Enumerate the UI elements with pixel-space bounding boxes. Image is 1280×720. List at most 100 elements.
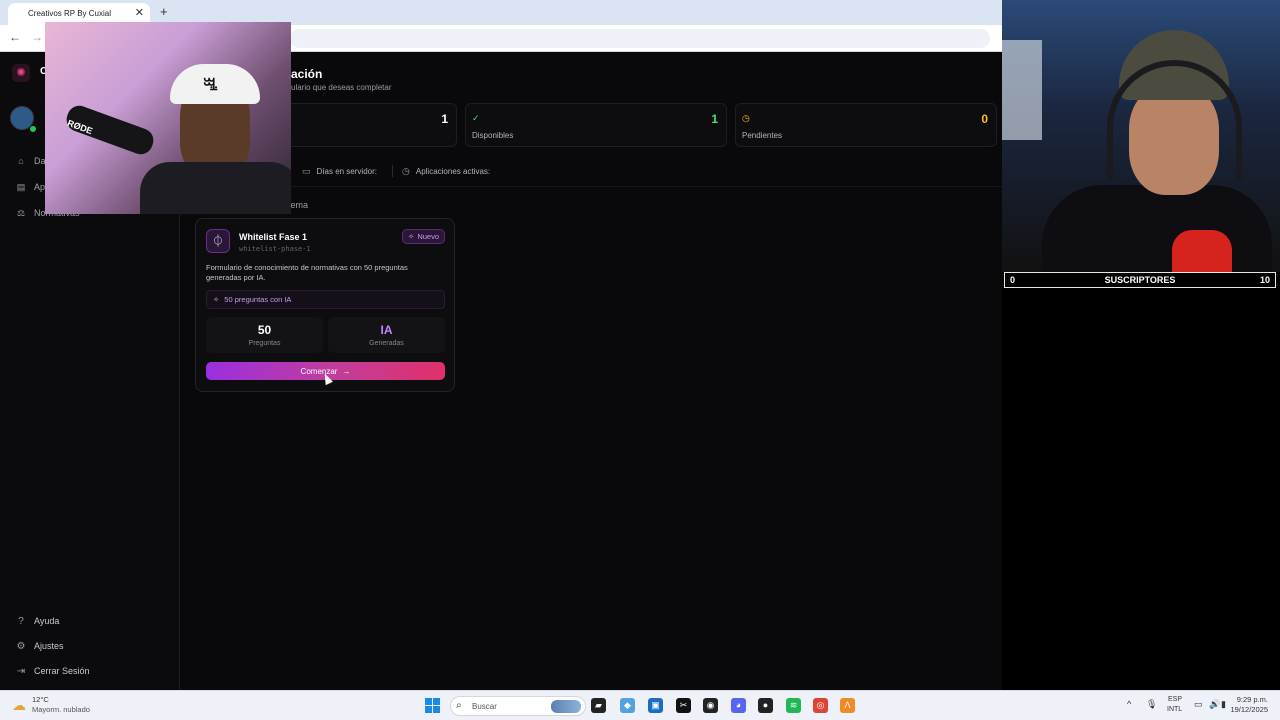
badge-label: Nuevo: [417, 232, 439, 241]
tab-close-icon[interactable]: ✕: [135, 6, 144, 19]
page-subtitle: ulario que deseas completar: [291, 83, 392, 92]
sidebar-item-dashboard[interactable]: ⌂ Da: [16, 153, 46, 169]
windows-start-icon[interactable]: [425, 698, 440, 713]
capcut-icon[interactable]: ✂: [676, 698, 691, 713]
questions-stat: 50 Preguntas: [206, 317, 323, 353]
stat-card-pending: ◷ Pendientes 0: [735, 103, 997, 147]
keyboard-layout[interactable]: INTL: [1167, 706, 1182, 713]
chrome-icon[interactable]: ◎: [813, 698, 828, 713]
form-slug: whitelist-phase-1: [239, 245, 311, 253]
github-icon[interactable]: ●: [758, 698, 773, 713]
arrow-right-icon: →: [342, 366, 351, 376]
microphone-icon[interactable]: 🎙: [1146, 699, 1157, 710]
ai-questions-strip: ✧ 50 preguntas con IA: [206, 290, 445, 309]
active-applications: ◷ Aplicaciones activas:: [402, 164, 490, 178]
mini-stat-label: Generadas: [369, 340, 404, 347]
logout-icon: ⇥: [16, 665, 26, 677]
sidebar-item-applications[interactable]: ▤ Ap: [16, 179, 45, 195]
brain-icon: ⏀: [206, 229, 230, 253]
sparkle-icon: ✧: [408, 232, 415, 241]
tray-overflow-icon[interactable]: ^: [1127, 699, 1131, 709]
clock-date[interactable]: 19/12/2025: [1230, 705, 1268, 714]
stat-label: Pendientes: [742, 131, 783, 140]
section-heading: tema: [288, 200, 309, 210]
sidebar-item-help[interactable]: ? Ayuda: [16, 613, 59, 629]
volume-icon[interactable]: 🔊: [1209, 699, 1220, 710]
form-title: Whitelist Fase 1: [239, 232, 308, 242]
mini-stat-value: 50: [257, 323, 272, 337]
subscriber-goal-bar: 0 SUSCRIPTORES 10: [1004, 272, 1276, 288]
brand-logo-icon: ✺: [12, 64, 30, 82]
red-microphone: [1172, 230, 1232, 272]
webcam-overlay-left: ꗆ RØDE: [45, 22, 291, 214]
taskbar-search[interactable]: ⌕ Buscar: [450, 696, 586, 716]
file-explorer-icon[interactable]: ▰: [591, 698, 606, 713]
sidebar-item-label: Ayuda: [34, 616, 60, 626]
stat-value: 0: [981, 112, 988, 126]
tab-title: Creativos RP By Cuxial: [28, 9, 111, 18]
weather-temp: 12°C: [32, 695, 49, 704]
gear-icon: ⚙: [16, 640, 26, 652]
stat-card-available: ✓ Disponibles 1: [465, 103, 727, 147]
sidebar-item-label: Cerrar Sesión: [34, 666, 90, 676]
goal-target: 10: [1259, 275, 1270, 285]
streamer-body: [1042, 185, 1272, 272]
home-icon: ⌂: [18, 156, 24, 166]
search-icon: ⌕: [456, 700, 462, 711]
search-highlight-image: [551, 700, 581, 713]
sidebar-item-label: Ajustes: [34, 641, 64, 651]
apps-label: Aplicaciones activas:: [415, 166, 491, 176]
check-circle-icon: ✓: [472, 113, 480, 123]
main-content: ación ulario que deseas completar 1 ✓ Di…: [181, 53, 1002, 690]
language-code[interactable]: ESP: [1168, 696, 1182, 703]
streamer-hoodie: [140, 162, 291, 214]
sparkle-icon: ✧: [213, 295, 220, 304]
days-in-server: ▭ Días en servidor:: [302, 164, 377, 178]
clock-icon: ◷: [742, 113, 750, 123]
gavel-icon: ⚖: [16, 207, 26, 218]
app-a-icon[interactable]: Λ: [840, 698, 855, 713]
taskbar: ☁ 12°C Mayorm. nublado ⌕ Buscar ▰ ◆ ▣ ✂ …: [0, 690, 1280, 720]
form-description: Formulario de conocimiento de normativas…: [206, 263, 408, 282]
stat-value: 1: [441, 112, 448, 126]
webcam-overlay-right: [1002, 0, 1280, 272]
store-icon[interactable]: ▣: [648, 698, 663, 713]
calendar-icon: ▭: [302, 165, 311, 176]
clock-icon: ◷: [402, 165, 410, 176]
status-badge: ✧ Nuevo: [402, 229, 445, 244]
cap-logo: ꗆ: [203, 77, 219, 94]
goal-title: SUSCRIPTORES: [1104, 275, 1176, 285]
window-blind: [1002, 40, 1042, 140]
spotify-icon[interactable]: ≋: [786, 698, 801, 713]
screen: Creativos RP By Cuxial ✕ + ← → ✺ C ⌂ Da: [0, 0, 1280, 720]
address-bar[interactable]: [290, 29, 990, 48]
mini-stat-label: Preguntas: [248, 340, 281, 347]
weather-desc: Mayorm. nublado: [32, 705, 90, 714]
network-icon[interactable]: ▭: [1194, 699, 1203, 710]
obs-icon[interactable]: ◉: [703, 698, 718, 713]
file-icon: ▤: [16, 181, 26, 192]
form-card[interactable]: ⏀ Whitelist Fase 1 whitelist-phase-1 ✧ N…: [195, 218, 455, 392]
ai-strip-label: 50 preguntas con IA: [224, 295, 292, 304]
copilot-icon[interactable]: ◆: [620, 698, 635, 713]
new-tab-button[interactable]: +: [160, 4, 168, 19]
generated-stat: IA Generadas: [328, 317, 445, 353]
sidebar-item-logout[interactable]: ⇥ Cerrar Sesión: [16, 663, 90, 679]
clock-time[interactable]: 9:29 p.m.: [1237, 695, 1268, 704]
sidebar-item-label: Ap: [34, 182, 46, 192]
battery-icon[interactable]: ▮: [1221, 699, 1226, 710]
forward-arrow-icon[interactable]: →: [31, 30, 43, 44]
weather-icon[interactable]: ☁: [12, 697, 26, 714]
start-button-label: Comenzar: [300, 366, 338, 376]
sidebar-item-settings[interactable]: ⚙ Ajustes: [16, 638, 64, 654]
page-title: ación: [291, 67, 323, 81]
divider: [181, 186, 1002, 187]
online-status-dot: [30, 126, 36, 132]
sidebar-item-label: Da: [34, 156, 46, 166]
mini-stat-value: IA: [380, 323, 393, 337]
info-divider: [392, 165, 393, 177]
search-placeholder: Buscar: [472, 702, 497, 711]
back-arrow-icon[interactable]: ←: [9, 30, 21, 44]
discord-icon[interactable]: ◕: [731, 698, 746, 713]
days-label: Días en servidor:: [316, 166, 377, 176]
